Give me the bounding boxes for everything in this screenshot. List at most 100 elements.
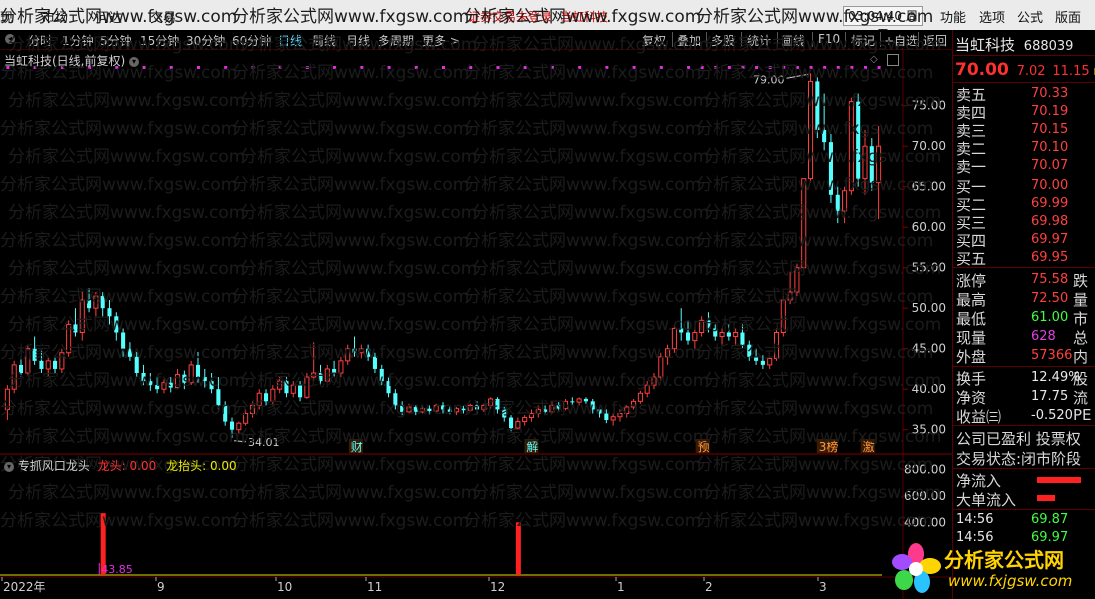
stat-value: 61.00 [1031, 310, 1069, 325]
menu-bar: 现 市场 问达 交易 证券交易未登录 当虹科技 03:04:40 周五 功能 选… [0, 0, 1095, 41]
candle-body [73, 324, 78, 333]
period-60min[interactable]: 60分钟 [232, 32, 271, 49]
candle-body [651, 376, 657, 386]
site-logo: 分析家公式网 www.fxjgsw.com [888, 540, 1088, 596]
period-more[interactable]: 更多 > [422, 32, 460, 49]
tool-f10[interactable]: F10 [818, 32, 840, 46]
period-1min[interactable]: 1分钟 [62, 32, 94, 49]
last-price: 70.00 [955, 60, 1009, 80]
menu-item-xian[interactable]: 现 [0, 7, 13, 26]
price-change-pct: 11.15 [1052, 64, 1090, 79]
chevron-down-icon[interactable]: ▾ [129, 56, 140, 67]
signal-dot [360, 66, 364, 69]
menu-item-trade[interactable]: 交易 [150, 7, 176, 26]
bid-level-value: 69.99 [1031, 196, 1069, 211]
tool-fuquan[interactable]: 复权 [642, 32, 666, 49]
period-weekly[interactable]: 周线 [312, 32, 336, 49]
high-annotation: 79.00 [753, 73, 785, 86]
candle-body [114, 316, 119, 333]
tool-add-watchlist[interactable]: +自选 [884, 32, 918, 49]
tool-back[interactable]: 返回 [923, 32, 947, 49]
signal-dot [659, 66, 663, 69]
tool-statistics[interactable]: 统计 [747, 32, 771, 49]
low-annotation: 34.01 [248, 436, 280, 449]
chart-title-text: 当虹科技(日线,前复权) [4, 54, 126, 68]
indicator-menu-icon[interactable]: ▾ [4, 461, 14, 472]
kline-chart[interactable]: 35.00 40.00 45.00 50.00 55.00 60.00 65.00 70.00… [0, 49, 952, 599]
candle-body [420, 408, 426, 413]
tool-overlay[interactable]: 叠加 [677, 32, 701, 49]
menu-item-formula[interactable]: 公式 [1017, 7, 1043, 26]
candle-body [461, 408, 466, 411]
candle-body [216, 389, 221, 406]
event-marker[interactable]: 激 [863, 440, 875, 454]
candle-body [562, 400, 569, 410]
company-info: 公司已盈利 投票权 [956, 430, 1081, 448]
period-fenshi[interactable]: 分时 [28, 32, 52, 49]
event-marker[interactable]: 财 [351, 440, 363, 454]
candle-body [815, 81, 820, 130]
menu-item-market[interactable]: 市场 [42, 7, 68, 26]
candle-body [767, 357, 773, 366]
candle-body [263, 393, 269, 402]
menu-item-options[interactable]: 选项 [979, 7, 1005, 26]
y-tick-label: 65.00 [912, 180, 946, 194]
candle-body [345, 348, 351, 362]
period-15min[interactable]: 15分钟 [140, 32, 179, 49]
tool-multi-stock[interactable]: 多股 [711, 32, 735, 49]
trade-status: 交易状态:闭市阶段 [956, 450, 1082, 468]
candle-body [706, 320, 711, 329]
signal-dot [224, 66, 228, 69]
stat-label: 涨停 [956, 272, 987, 290]
tool-draw-line[interactable]: 画线 [781, 32, 805, 49]
candle-body [637, 392, 643, 402]
candle-body [733, 332, 739, 338]
candle-body [155, 385, 160, 390]
collapse-icon[interactable]: ◂ [5, 34, 15, 44]
x-tick-label: 2022年 [3, 580, 46, 594]
diamond-icon[interactable]: ◇ [870, 54, 878, 65]
event-marker[interactable]: 预 [698, 440, 710, 454]
candle-body [726, 332, 731, 337]
candle-body [780, 299, 786, 334]
menu-item-layout[interactable]: 版面 [1055, 7, 1081, 26]
candle-body [93, 295, 99, 309]
period-monthly[interactable]: 月线 [346, 32, 370, 49]
candle-body [338, 360, 344, 374]
y-tick-label: 60.00 [912, 220, 946, 234]
period-30min[interactable]: 30分钟 [186, 32, 225, 49]
candle-body [298, 385, 303, 398]
period-5min[interactable]: 5分钟 [100, 32, 132, 49]
candle-body [447, 409, 452, 412]
menu-item-wenda[interactable]: 问达 [96, 7, 122, 26]
event-marker[interactable]: 解 [526, 440, 538, 454]
signal-dot [605, 66, 609, 69]
login-status[interactable]: 证券交易未登录 [468, 8, 552, 25]
tool-mark[interactable]: 标记 [851, 32, 875, 49]
candle-body [658, 356, 664, 378]
candle-body [372, 356, 377, 369]
signal-dot [414, 66, 418, 69]
flower-logo-icon [892, 543, 941, 593]
y-tick-label: 40.00 [912, 382, 946, 396]
event-marker[interactable]: 3榜 [819, 439, 839, 454]
indicator-name[interactable]: 专抓风口龙头 [18, 459, 90, 473]
menu-item-function[interactable]: 功能 [940, 7, 966, 26]
stat2-label: 收益㈢ [956, 408, 1002, 426]
x-tick-label: 11 [367, 580, 382, 594]
period-multi[interactable]: 多周期 [378, 32, 414, 49]
period-toolbar: ◂ 分时 1分钟 5分钟 15分钟 30分钟 60分钟 日线 周线 月线 多周期… [0, 30, 952, 50]
stat-value: 57366 [1031, 348, 1073, 363]
candle-body [413, 407, 418, 412]
candle-body [311, 372, 317, 378]
signal-dot [196, 66, 200, 69]
signal-dot [278, 66, 282, 69]
period-daily[interactable]: 日线 [278, 32, 302, 49]
window-toggle-icon[interactable] [887, 54, 899, 66]
candle-body [876, 145, 882, 184]
candle-body [427, 408, 432, 412]
candle-body [440, 405, 446, 410]
candle-body [182, 374, 187, 383]
high-pointer [786, 73, 809, 79]
signal-dot [687, 66, 691, 69]
